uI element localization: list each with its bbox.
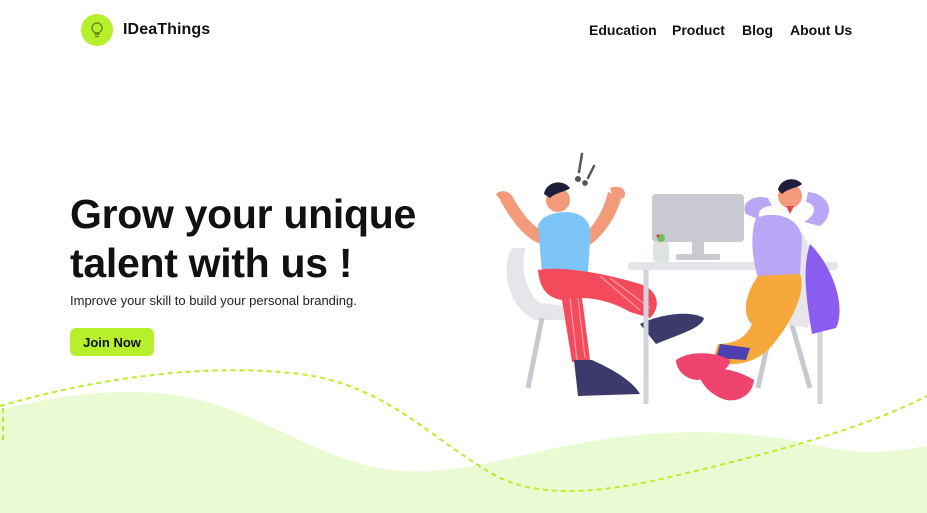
landing-page: IDeaThings Education Product Blog About …: [0, 0, 927, 513]
lightbulb-icon: [91, 22, 103, 38]
hero-title-line-1: Grow your unique: [70, 191, 416, 237]
nav-about-us[interactable]: About Us: [790, 22, 852, 38]
hero-illustration: [496, 152, 840, 404]
hero-title-line-2: talent with us !: [70, 240, 353, 286]
join-now-button[interactable]: Join Now: [70, 328, 154, 356]
hero-title: Grow your unique talent with us !: [70, 190, 490, 288]
nav-product[interactable]: Product: [672, 22, 725, 38]
nav-education[interactable]: Education: [589, 22, 657, 38]
jacket: [805, 244, 840, 334]
hero-subtitle: Improve your skill to build your persona…: [70, 293, 357, 308]
nav-blog[interactable]: Blog: [742, 22, 773, 38]
logo[interactable]: [81, 14, 113, 46]
exclamation-icon: [574, 152, 596, 186]
site-header: IDeaThings Education Product Blog About …: [0, 0, 927, 60]
wave-shape: [0, 391, 927, 513]
brand-name[interactable]: IDeaThings: [123, 21, 210, 39]
